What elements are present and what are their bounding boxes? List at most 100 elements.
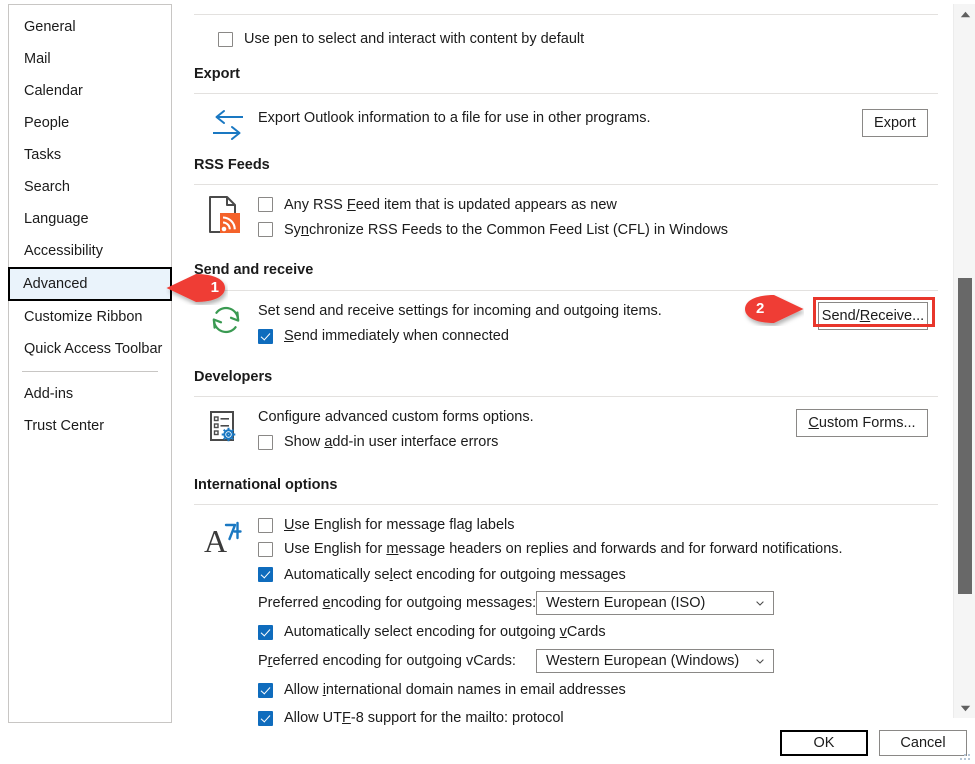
sidebar-item-label: Language bbox=[24, 211, 89, 227]
export-section-heading: Export bbox=[194, 66, 240, 82]
export-button[interactable]: Export bbox=[862, 109, 928, 137]
sidebar-item-advanced[interactable]: Advanced bbox=[8, 267, 172, 301]
sidebar-item-label: Add-ins bbox=[24, 386, 74, 402]
send-receive-section-heading: Send and receive bbox=[194, 262, 314, 278]
sidebar-item-label: Calendar bbox=[24, 83, 83, 99]
sync-circular-arrows-icon bbox=[212, 306, 240, 334]
sidebar-item-calendar[interactable]: Calendar bbox=[9, 75, 171, 107]
preferred-encoding-messages-label: Preferred encoding for outgoing messages… bbox=[258, 595, 537, 611]
language-a-icon: A bbox=[204, 521, 242, 559]
rss-updated-appears-new-label: Any RSS Feed item that is updated appear… bbox=[284, 196, 617, 213]
ok-button-label: OK bbox=[813, 734, 835, 751]
auto-encoding-vcards-label: Automatically select encoding for outgoi… bbox=[284, 624, 606, 640]
scroll-down-arrow-icon bbox=[960, 705, 970, 711]
sidebar-item-language[interactable]: Language bbox=[9, 203, 171, 235]
allow-idn-label: Allow international domain names in emai… bbox=[284, 682, 626, 698]
sidebar-item-label: Quick Access Toolbar bbox=[24, 341, 163, 357]
sidebar-item-trust-center[interactable]: Trust Center bbox=[9, 410, 171, 442]
send-receive-button[interactable]: Send/Receive... bbox=[818, 302, 928, 330]
pen-option-row: Use pen to select and interact with cont… bbox=[186, 27, 592, 51]
preferred-encoding-messages-value: Western European (ISO) bbox=[546, 595, 706, 611]
sidebar-divider bbox=[22, 371, 158, 372]
export-row: Export Outlook information to a file for… bbox=[186, 104, 938, 148]
english-message-headers-checkbox[interactable] bbox=[258, 541, 273, 557]
english-flag-labels-checkbox[interactable] bbox=[258, 517, 273, 533]
auto-encoding-messages-label: Automatically select encoding for outgoi… bbox=[284, 566, 626, 583]
sidebar-item-label: Trust Center bbox=[24, 418, 105, 434]
cancel-button[interactable]: Cancel bbox=[879, 730, 967, 756]
send-immediately-checkbox[interactable] bbox=[258, 328, 273, 344]
options-category-list[interactable]: General Mail Calendar People Tasks Searc… bbox=[8, 4, 172, 723]
outlook-options-dialog: General Mail Calendar People Tasks Searc… bbox=[0, 0, 975, 764]
export-arrows-icon bbox=[213, 110, 243, 140]
send-immediately-label: Send immediately when connected bbox=[284, 328, 509, 344]
english-message-headers-label: Use English for message headers on repli… bbox=[284, 541, 843, 557]
section-divider bbox=[194, 14, 938, 15]
preferred-encoding-vcards-value: Western European (Windows) bbox=[546, 653, 740, 669]
auto-encoding-messages-checkbox[interactable] bbox=[258, 567, 273, 582]
developers-section-heading: Developers bbox=[194, 369, 273, 385]
resize-grip-icon[interactable] bbox=[959, 749, 972, 762]
send-receive-button-label: Send/Receive... bbox=[821, 307, 925, 324]
sidebar-item-label: People bbox=[24, 115, 70, 131]
sidebar-item-label: Tasks bbox=[24, 147, 62, 163]
section-divider bbox=[194, 396, 938, 397]
send-receive-row: Set send and receive settings for incomi… bbox=[186, 300, 938, 347]
section-divider bbox=[194, 504, 938, 505]
sidebar-item-label: General bbox=[24, 19, 76, 35]
auto-encoding-vcards-checkbox[interactable] bbox=[258, 624, 273, 640]
allow-utf8-mailto-checkbox[interactable] bbox=[258, 710, 273, 726]
scroll-down-button[interactable] bbox=[954, 698, 975, 718]
custom-forms-button-label: Custom Forms... bbox=[808, 414, 916, 431]
sidebar-item-quick-access-toolbar[interactable]: Quick Access Toolbar bbox=[9, 333, 171, 365]
sidebar-item-label: Accessibility bbox=[24, 243, 103, 259]
sidebar-item-mail[interactable]: Mail bbox=[9, 43, 171, 75]
advanced-options-pane: Use pen to select and interact with cont… bbox=[186, 0, 938, 726]
english-flag-labels-label: Use English for message flag labels bbox=[284, 517, 515, 533]
ok-button[interactable]: OK bbox=[780, 730, 868, 756]
rss-section-heading: RSS Feeds bbox=[194, 157, 270, 173]
sidebar-item-general[interactable]: General bbox=[9, 11, 171, 43]
use-pen-label: Use pen to select and interact with cont… bbox=[244, 31, 585, 47]
scroll-up-button[interactable] bbox=[954, 4, 975, 24]
rss-updated-appears-new-checkbox[interactable] bbox=[258, 197, 273, 212]
international-section-heading: International options bbox=[194, 477, 338, 493]
allow-idn-checkbox[interactable] bbox=[258, 682, 273, 698]
sidebar-item-tasks[interactable]: Tasks bbox=[9, 139, 171, 171]
cancel-button-label: Cancel bbox=[900, 734, 946, 751]
chevron-down-icon bbox=[756, 601, 764, 606]
sidebar-item-label: Customize Ribbon bbox=[24, 309, 143, 325]
show-addin-errors-label: Show add-in user interface errors bbox=[284, 434, 499, 450]
scroll-up-arrow-icon bbox=[960, 11, 970, 17]
sidebar-item-accessibility[interactable]: Accessibility bbox=[9, 235, 171, 267]
allow-utf8-mailto-label: Allow UTF-8 support for the mailto: prot… bbox=[284, 710, 564, 726]
export-description: Export Outlook information to a file for… bbox=[258, 110, 651, 126]
developers-row: Configure advanced custom forms options.… bbox=[186, 406, 938, 453]
sidebar-item-label: Search bbox=[24, 179, 70, 195]
preferred-encoding-vcards-label: Preferred encoding for outgoing vCards: bbox=[258, 653, 516, 669]
vertical-scrollbar[interactable] bbox=[953, 4, 975, 718]
section-divider bbox=[194, 184, 938, 185]
show-addin-errors-checkbox[interactable] bbox=[258, 434, 273, 450]
rss-sync-common-feed-list-label: Synchronize RSS Feeds to the Common Feed… bbox=[284, 221, 729, 238]
sidebar-item-label: Mail bbox=[24, 51, 51, 67]
rss-document-icon bbox=[209, 196, 240, 233]
sidebar-item-search[interactable]: Search bbox=[9, 171, 171, 203]
custom-forms-button[interactable]: Custom Forms... bbox=[796, 409, 928, 437]
sidebar-item-label: Advanced bbox=[23, 276, 88, 292]
use-pen-checkbox[interactable] bbox=[218, 31, 233, 47]
international-row: A Use English for message flag labels Us… bbox=[186, 513, 938, 732]
section-divider bbox=[194, 93, 938, 94]
export-button-label: Export bbox=[874, 114, 916, 131]
preferred-encoding-vcards-select[interactable]: Western European (Windows) bbox=[536, 649, 774, 673]
sidebar-item-people[interactable]: People bbox=[9, 107, 171, 139]
scroll-thumb[interactable] bbox=[958, 278, 972, 594]
preferred-encoding-messages-select[interactable]: Western European (ISO) bbox=[536, 591, 774, 615]
section-divider bbox=[194, 290, 938, 291]
rss-sync-common-feed-list-checkbox[interactable] bbox=[258, 222, 273, 237]
svg-text:A: A bbox=[204, 523, 227, 559]
chevron-down-icon bbox=[756, 659, 764, 664]
sidebar-item-add-ins[interactable]: Add-ins bbox=[9, 378, 171, 410]
sidebar-item-customize-ribbon[interactable]: Customize Ribbon bbox=[9, 301, 171, 333]
rss-row: Any RSS Feed item that is updated appear… bbox=[186, 192, 736, 242]
